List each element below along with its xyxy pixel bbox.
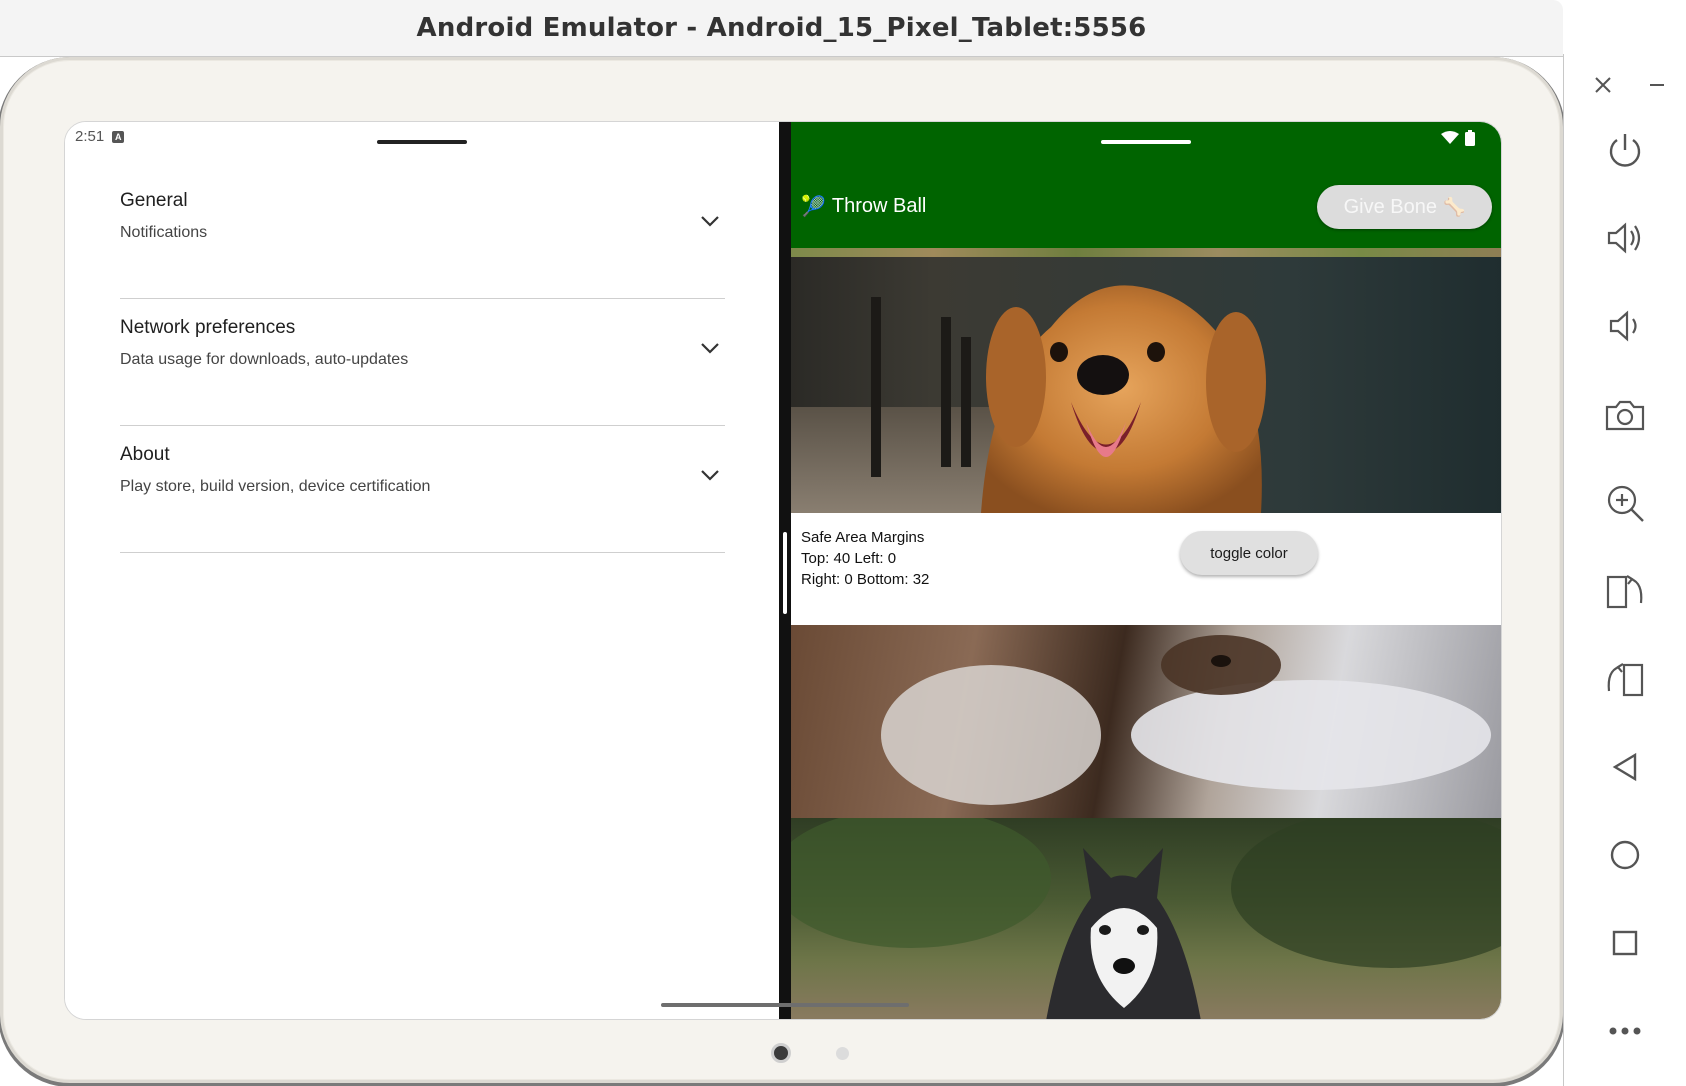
rotate-left-icon [1607, 663, 1644, 697]
rotate-right-button[interactable] [1600, 566, 1650, 616]
chevron-down-icon[interactable] [699, 210, 721, 232]
setting-subtitle: Data usage for downloads, auto-updates [120, 351, 409, 368]
zoom-icon [1607, 485, 1644, 522]
back-button[interactable] [1600, 742, 1650, 792]
window-title: Android Emulator - Android_15_Pixel_Tabl… [416, 13, 1147, 43]
give-bone-label: Give Bone [1343, 195, 1437, 218]
status-bar-left: 2:51 A [75, 128, 125, 145]
page-indicator-inactive[interactable] [836, 1047, 849, 1060]
status-time: 2:51 [75, 128, 105, 145]
status-bar-right [1441, 130, 1475, 146]
tennis-ball-icon: 🎾 [801, 195, 826, 218]
notification-icon: A [112, 130, 125, 143]
safe-area-text: Safe Area Margins Top: 40 Left: 0 Right:… [801, 527, 929, 590]
camera-icon [1605, 400, 1645, 431]
setting-title: About [120, 444, 170, 465]
app-toolbar: 🎾 Throw Ball Give Bone 🦴 [791, 122, 1501, 248]
split-screen-handle[interactable] [783, 532, 787, 614]
setting-subtitle: Play store, build version, device certif… [120, 478, 431, 495]
setting-title: General [120, 190, 188, 211]
settings-item-general[interactable]: General Notifications [120, 172, 725, 299]
golden-retriever-illustration [981, 285, 1266, 513]
screenshot-button[interactable] [1600, 390, 1650, 440]
volume-down-icon [1609, 310, 1637, 342]
settings-list: General Notifications Network preference… [120, 172, 725, 553]
page-indicator-active[interactable] [771, 1043, 791, 1063]
setting-title: Network preferences [120, 317, 296, 338]
power-button[interactable] [1600, 125, 1650, 175]
close-icon[interactable] [1590, 72, 1616, 98]
volume-down-button[interactable] [1600, 301, 1650, 351]
emulator-window: Android Emulator - Android_15_Pixel_Tabl… [0, 0, 1686, 1086]
safe-area-heading: Safe Area Margins [801, 529, 925, 546]
device-screen: 2:51 A General Notifications Network pre… [64, 121, 1502, 1020]
overview-icon [1612, 930, 1638, 956]
chevron-down-icon[interactable] [699, 337, 721, 359]
settings-item-network[interactable]: Network preferences Data usage for downl… [120, 299, 725, 426]
settings-item-about[interactable]: About Play store, build version, device … [120, 426, 725, 553]
drag-handle-left[interactable] [377, 140, 467, 144]
home-button[interactable] [1600, 830, 1650, 880]
battery-icon [1465, 130, 1475, 146]
toggle-color-button[interactable]: toggle color [1180, 531, 1318, 575]
gesture-nav-bar[interactable] [661, 1003, 909, 1007]
volume-up-icon [1607, 222, 1641, 254]
volume-up-button[interactable] [1600, 213, 1650, 263]
back-icon [1612, 752, 1637, 782]
power-icon [1609, 134, 1641, 167]
more-icon [1609, 1027, 1641, 1035]
safe-area-right-bottom: Right: 0 Bottom: 32 [801, 571, 930, 588]
safe-area-panel: Safe Area Margins Top: 40 Left: 0 Right:… [791, 513, 1501, 625]
throw-ball-button[interactable]: 🎾 Throw Ball [801, 188, 926, 224]
drag-handle-right[interactable] [1101, 140, 1191, 144]
setting-subtitle: Notifications [120, 224, 208, 241]
zoom-button[interactable] [1600, 478, 1650, 528]
throw-ball-label: Throw Ball [831, 194, 927, 217]
dog-photo-paws [791, 625, 1501, 818]
rotate-left-button[interactable] [1600, 654, 1650, 704]
app-pane: 🎾 Throw Ball Give Bone 🦴 Safe Area Margi… [791, 122, 1501, 1019]
overview-button[interactable] [1600, 918, 1650, 968]
home-icon [1610, 840, 1640, 870]
window-titlebar: Android Emulator - Android_15_Pixel_Tabl… [0, 0, 1563, 57]
dog-photo-golden-retriever [791, 257, 1501, 513]
minimize-icon[interactable] [1644, 72, 1670, 98]
wifi-icon [1441, 131, 1459, 144]
chevron-down-icon[interactable] [699, 464, 721, 486]
dog-photo-husky-puppy [791, 818, 1501, 1019]
safe-area-top-left: Top: 40 Left: 0 [801, 550, 897, 567]
give-bone-button[interactable]: Give Bone 🦴 [1317, 185, 1492, 229]
emulator-controls [1563, 54, 1686, 1086]
rotate-right-icon [1606, 575, 1643, 609]
photo-strip [791, 248, 1501, 257]
toggle-color-label: toggle color [1210, 544, 1288, 562]
bone-icon: 🦴 [1442, 196, 1466, 217]
settings-pane: 2:51 A General Notifications Network pre… [65, 122, 779, 1019]
more-button[interactable] [1600, 1006, 1650, 1056]
